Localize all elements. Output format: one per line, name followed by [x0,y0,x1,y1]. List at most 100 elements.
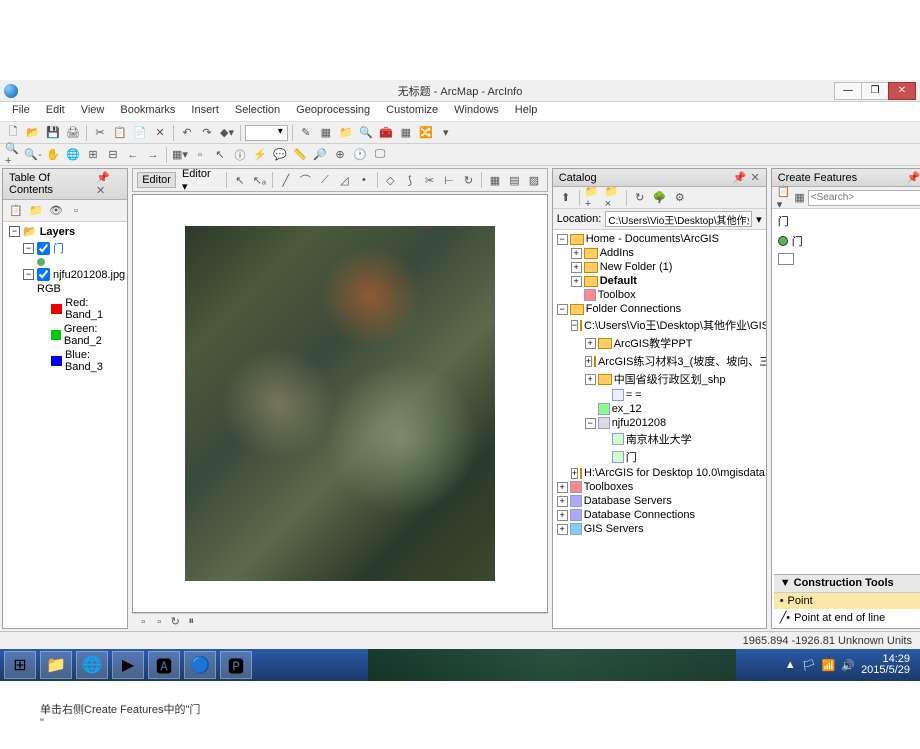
save-button[interactable]: 💾 [44,124,62,142]
construction-point-end[interactable]: ╱•Point at end of line [774,609,920,626]
toc-pin-icon[interactable]: 📌 [96,172,110,184]
construction-point[interactable]: •Point [774,593,920,609]
toc-list-selection-button[interactable]: ▫ [67,202,85,220]
menu-insert[interactable]: Insert [183,102,227,121]
select-button[interactable]: ▦▾ [171,146,189,164]
layer-checkbox[interactable] [37,268,50,281]
expand-icon[interactable]: + [557,482,568,493]
back-button[interactable]: ← [124,146,142,164]
search-btn[interactable]: 🔍 [357,124,375,142]
new-button[interactable]: 🗋 [4,124,22,142]
expand-icon[interactable]: + [571,262,582,273]
pointer-button[interactable]: ↖ [211,146,229,164]
menu-bookmarks[interactable]: Bookmarks [112,102,183,121]
html-popup-button[interactable]: 💬 [271,146,289,164]
measure-button[interactable]: 📏 [291,146,309,164]
tree-default[interactable]: Default [600,275,637,287]
edit-vertices-button[interactable]: ◇ [382,171,400,189]
location-dropdown-icon[interactable]: ▾ [756,213,762,226]
forward-button[interactable]: → [144,146,162,164]
tree-folderconn[interactable]: Folder Connections [586,303,681,315]
connect-folder-button[interactable]: 📁+ [584,189,602,207]
layer-raster[interactable]: njfu201208.jpg [53,269,125,281]
arcmap-task-button[interactable]: 🅰 [148,651,180,679]
layer-men[interactable]: 门 [53,240,64,256]
expand-icon[interactable]: + [585,338,596,349]
zoom-out-button[interactable]: 🔍- [24,146,42,164]
menu-selection[interactable]: Selection [227,102,288,121]
expand-icon[interactable]: − [557,304,568,315]
ie-button[interactable]: 🌐 [76,651,108,679]
tray-up-icon[interactable]: ▲ [785,659,796,671]
tree-nanjing[interactable]: 南京林业大学 [626,431,692,447]
tray-network-icon[interactable]: 📶 [822,659,836,672]
tray-flag-icon[interactable]: 🏳 [802,659,816,672]
time-slider-button[interactable]: 🕐 [351,146,369,164]
expand-icon[interactable]: + [571,248,582,259]
toc-list-visibility-button[interactable]: 👁 [47,202,65,220]
tree-men[interactable]: 门 [626,449,637,465]
expand-icon[interactable]: − [571,320,578,331]
find-button[interactable]: 🔎 [311,146,329,164]
menu-help[interactable]: Help [507,102,546,121]
maximize-button[interactable]: ❐ [861,82,889,100]
model-btn[interactable]: 🔀 [417,124,435,142]
copy-button[interactable]: 📋 [111,124,129,142]
disconnect-button[interactable]: 📁× [604,189,622,207]
clock-date[interactable]: 2015/5/29 [861,665,910,676]
catalog-close-icon[interactable]: ✕ [750,172,759,184]
python-btn[interactable]: ▦ [397,124,415,142]
cmd-btn[interactable]: ▾ [437,124,455,142]
start-button[interactable]: ⊞ [4,651,36,679]
up-level-button[interactable]: ⬆ [557,189,575,207]
tree-ppt[interactable]: ArcGIS教学PPT [614,335,693,351]
layout-view-button[interactable]: ▫ [152,616,166,628]
create-features-button[interactable]: ▨ [525,171,543,189]
tree-province[interactable]: 中国省级行政区划_shp [614,371,726,387]
add-data-button[interactable]: ◆▾ [218,124,236,142]
close-button[interactable]: ✕ [888,82,916,100]
expand-icon[interactable]: + [557,524,568,535]
editor-toolbar-btn[interactable]: ✎ [297,124,315,142]
expand-icon[interactable]: − [585,418,596,429]
point-button[interactable]: • [355,171,373,189]
edit-tool-button[interactable]: ↖ [231,171,249,189]
media-button[interactable]: ▶ [112,651,144,679]
map-canvas[interactable] [132,194,548,613]
options-button[interactable]: ⚙ [671,189,689,207]
collapse-icon[interactable]: − [9,226,20,237]
expand-icon[interactable]: + [571,276,582,287]
cut-polygons-button[interactable]: ✂ [421,171,439,189]
undo-button[interactable]: ↶ [178,124,196,142]
cut-button[interactable]: ✂ [91,124,109,142]
toc-list-source-button[interactable]: 📁 [27,202,45,220]
menu-view[interactable]: View [73,102,113,121]
tree-ex12[interactable]: ex_12 [612,403,642,415]
expand-icon[interactable]: + [585,374,596,385]
cf-filter-button[interactable]: ▦ [793,189,805,207]
tree-hpath[interactable]: H:\ArcGIS for Desktop 10.0\mgisdata [584,467,765,479]
editor-dropdown[interactable]: Editor ▾ [178,168,222,193]
tree-njfu[interactable]: njfu201208 [612,417,666,429]
menu-edit[interactable]: Edit [38,102,73,121]
catalog-btn[interactable]: 📁 [337,124,355,142]
pan-button[interactable]: ✋ [44,146,62,164]
cf-template-men[interactable]: 门 [774,231,920,251]
scale-combo[interactable]: ▾ [245,125,288,141]
tree-path1[interactable]: C:\Users\Vio王\Desktop\其他作业\GIS [584,317,766,333]
straight-segment-button[interactable]: ╱ [277,171,295,189]
menu-file[interactable]: File [4,102,38,121]
hyperlink-button[interactable]: ⚡ [251,146,269,164]
viewer-button[interactable]: 🖵 [371,146,389,164]
pause-button[interactable]: ⏸ [184,616,198,628]
tree-newfolder[interactable]: New Folder (1) [600,261,673,273]
delete-button[interactable]: ✕ [151,124,169,142]
tree-toolboxes[interactable]: Toolboxes [584,481,634,493]
toc-list-drawing-button[interactable]: 📋 [7,202,25,220]
presentation-button[interactable]: 🅿 [220,651,252,679]
expand-icon[interactable]: + [571,468,578,479]
fixed-zoom-out-button[interactable]: ⊟ [104,146,122,164]
print-button[interactable]: 🖨 [64,124,82,142]
toggle-tree-button[interactable]: 🌳 [651,189,669,207]
menu-geoprocessing[interactable]: Geoprocessing [288,102,378,121]
